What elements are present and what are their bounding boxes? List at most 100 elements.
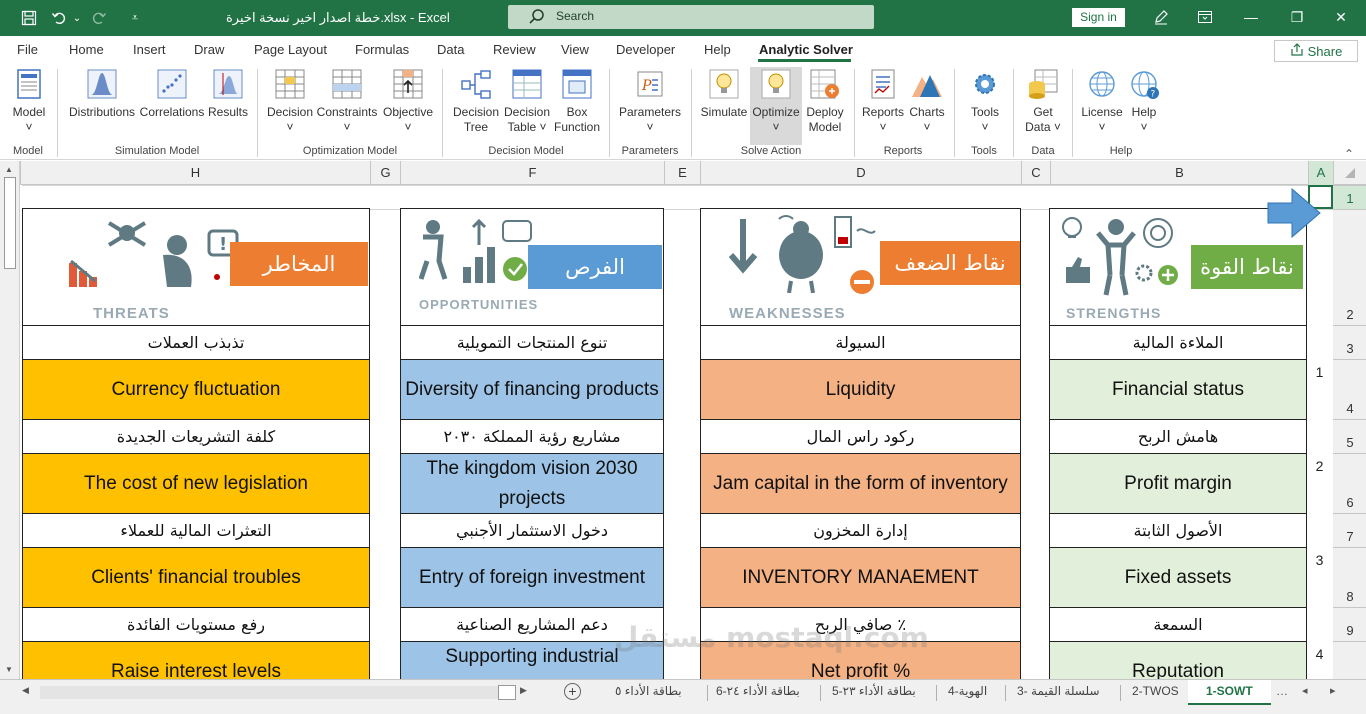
weaknesses-header-cell[interactable]: نقاط الضعف WEAKNESSES	[700, 208, 1021, 326]
strength-arabic-cell[interactable]: هامش الربح	[1049, 419, 1307, 454]
distributions-button[interactable]: Distributions	[67, 67, 137, 120]
help-button[interactable]: ? Help ˅	[1126, 67, 1162, 135]
sheet-tab-active[interactable]: 1-SOWT	[1188, 680, 1271, 706]
close-button[interactable]: ✕	[1328, 6, 1354, 28]
tab-page-layout[interactable]: Page Layout	[254, 42, 327, 57]
item-number[interactable]: 1	[1306, 325, 1333, 419]
redo-icon[interactable]	[88, 7, 110, 29]
sheet-tab[interactable]: 5-بطاقة الأداء ٢٣	[832, 684, 916, 698]
tab-review[interactable]: Review	[493, 42, 536, 57]
tab-file[interactable]: File	[17, 42, 38, 57]
weakness-arabic-cell[interactable]: إدارة المخزون	[700, 513, 1021, 548]
pen-icon[interactable]	[1148, 6, 1174, 28]
constraints-button[interactable]: Constraints ˅	[317, 67, 377, 135]
row-header-8[interactable]: 8	[1333, 547, 1366, 607]
strength-arabic-cell[interactable]: السمعة	[1049, 607, 1307, 642]
opportunities-header-cell[interactable]: الفرص OPPORTUNITIES	[400, 208, 664, 326]
tab-help[interactable]: Help	[704, 42, 731, 57]
scroll-thumb[interactable]	[4, 177, 16, 269]
simulate-button[interactable]: Simulate	[700, 67, 748, 120]
tab-insert[interactable]: Insert	[133, 42, 166, 57]
column-header-b[interactable]: B	[1050, 161, 1308, 185]
column-header-d[interactable]: D	[700, 161, 1021, 185]
vertical-scrollbar[interactable]: ▲ ▼	[0, 161, 20, 679]
opportunity-arabic-cell[interactable]: تنوع المنتجات التمويلية	[400, 325, 664, 360]
strength-english-cell[interactable]: Reputation	[1049, 641, 1307, 679]
strength-english-cell[interactable]: Fixed assets	[1049, 547, 1307, 608]
undo-dropdown-icon[interactable]: ⌄	[66, 7, 88, 29]
sheet-tab[interactable]: بطاقة الأداء ٥	[615, 684, 682, 698]
tab-analytic-solver[interactable]: Analytic Solver	[759, 42, 853, 57]
opportunity-english-cell[interactable]: Entry of foreign investment	[400, 547, 664, 608]
strength-english-cell[interactable]: Profit margin	[1049, 453, 1307, 514]
column-header-g[interactable]: G	[370, 161, 400, 185]
spreadsheet-grid[interactable]: ! المخاطر THREATS الفرص OPPORTUNITIES نق…	[22, 185, 1333, 679]
threat-arabic-cell[interactable]: تذبذب العملات	[22, 325, 370, 360]
parameters-button[interactable]: P Parameters ˅	[618, 67, 682, 135]
hscroll-left-icon[interactable]: ◀	[22, 685, 29, 696]
more-sheets-icon[interactable]: …	[1276, 684, 1288, 698]
weakness-arabic-cell[interactable]: السيولة	[700, 325, 1021, 360]
add-sheet-icon[interactable]: +	[564, 683, 581, 700]
sheet-tab[interactable]: 4-الهوية	[948, 684, 987, 698]
license-button[interactable]: License ˅	[1080, 67, 1124, 135]
minimize-button[interactable]: —	[1238, 6, 1264, 28]
sheet-tab[interactable]: 2-TWOS	[1132, 684, 1179, 698]
restore-button[interactable]: ❐	[1284, 6, 1310, 28]
tools-button[interactable]: Tools ˅	[966, 67, 1004, 135]
sheet-tab[interactable]: 3- سلسلة القيمة	[1017, 684, 1100, 698]
weakness-arabic-cell[interactable]: ركود راس المال	[700, 419, 1021, 454]
column-header-e[interactable]: E	[664, 161, 700, 185]
item-number[interactable]: 4	[1306, 607, 1333, 679]
horizontal-scrollbar-track[interactable]	[40, 686, 500, 699]
tab-developer[interactable]: Developer	[616, 42, 675, 57]
weakness-english-cell[interactable]: Liquidity	[700, 359, 1021, 420]
reports-button[interactable]: Reports ˅	[862, 67, 904, 135]
threat-arabic-cell[interactable]: رفع مستويات الفائدة	[22, 607, 370, 642]
collapse-ribbon-icon[interactable]: ⌃	[1344, 147, 1354, 161]
item-number[interactable]: 3	[1306, 513, 1333, 607]
decision-tree-button[interactable]: Decision Tree	[451, 67, 501, 135]
threat-english-cell[interactable]: Clients' financial troubles	[22, 547, 370, 608]
threat-arabic-cell[interactable]: التعثرات المالية للعملاء	[22, 513, 370, 548]
correlations-button[interactable]: Correlations	[140, 67, 204, 120]
get-data-button[interactable]: Get Data ˅	[1022, 67, 1064, 135]
charts-button[interactable]: Charts ˅	[908, 67, 946, 135]
row-header-3[interactable]: 3	[1333, 325, 1366, 359]
row-header-7[interactable]: 7	[1333, 513, 1366, 547]
share-button[interactable]: Share	[1274, 40, 1358, 62]
strength-english-cell[interactable]: Financial status	[1049, 359, 1307, 420]
row-header-6[interactable]: 6	[1333, 453, 1366, 513]
deploy-model-button[interactable]: Deploy Model	[804, 67, 846, 135]
decision-button[interactable]: Decision ˅	[266, 67, 314, 135]
sheet-scroll-left-icon[interactable]: ◂	[1302, 684, 1308, 697]
row-header-2[interactable]: 2	[1333, 209, 1366, 325]
row-header-4[interactable]: 4	[1333, 359, 1366, 419]
save-icon[interactable]	[18, 7, 40, 29]
row-header-9[interactable]: 9	[1333, 607, 1366, 641]
weakness-english-cell[interactable]: INVENTORY MANAEMENT	[700, 547, 1021, 608]
sign-in-button[interactable]: Sign in	[1072, 8, 1125, 27]
row-header-1[interactable]: 1	[1333, 185, 1366, 209]
row-header-10[interactable]	[1333, 641, 1366, 679]
column-header-a[interactable]: A	[1308, 161, 1333, 185]
opportunity-english-cell[interactable]: Diversity of financing products	[400, 359, 664, 420]
column-header-h[interactable]: H	[20, 161, 370, 185]
scroll-up-icon[interactable]: ▲	[5, 165, 13, 174]
sheet-scroll-right-icon[interactable]: ▸	[1330, 684, 1336, 697]
objective-button[interactable]: Objective ˅	[381, 67, 435, 135]
strength-arabic-cell[interactable]: الأصول الثابتة	[1049, 513, 1307, 548]
row-header-5[interactable]: 5	[1333, 419, 1366, 453]
column-header-f[interactable]: F	[400, 161, 664, 185]
box-function-button[interactable]: Box Function	[554, 67, 600, 135]
ribbon-display-icon[interactable]	[1192, 6, 1218, 28]
tab-data[interactable]: Data	[437, 42, 464, 57]
threat-english-cell[interactable]: The cost of new legislation	[22, 453, 370, 514]
model-button[interactable]: Model ˅	[9, 67, 49, 135]
hscroll-right-icon[interactable]: ▶	[520, 685, 527, 696]
scroll-down-icon[interactable]: ▼	[5, 665, 13, 674]
results-button[interactable]: Results	[208, 67, 248, 120]
threat-english-cell[interactable]: Currency fluctuation	[22, 359, 370, 420]
item-number[interactable]: 2	[1306, 419, 1333, 513]
tab-view[interactable]: View	[561, 42, 589, 57]
